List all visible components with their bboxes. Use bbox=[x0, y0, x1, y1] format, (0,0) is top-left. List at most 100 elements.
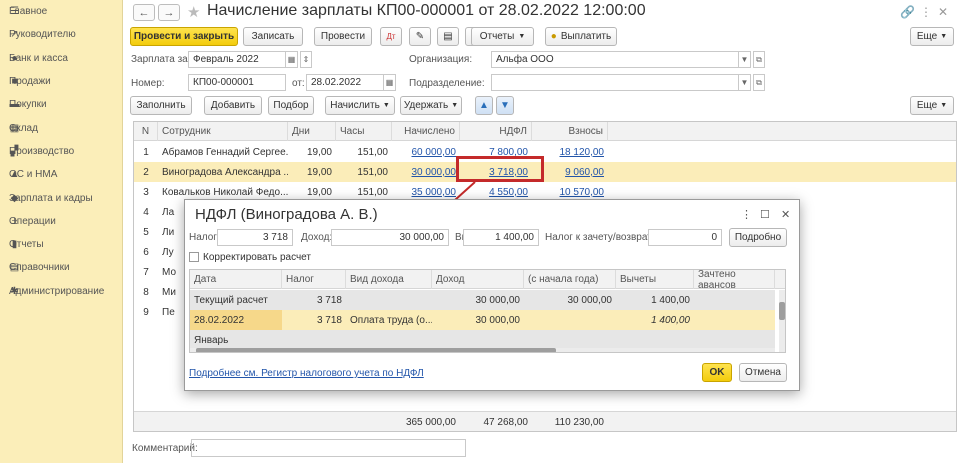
back-button[interactable]: ← bbox=[133, 4, 155, 21]
save-button[interactable]: Записать bbox=[243, 27, 303, 46]
correct-label: Корректировать расчет bbox=[203, 252, 311, 263]
table-row-selected[interactable]: 2 Виноградова Александра ... 19,00 151,0… bbox=[134, 162, 956, 182]
arrow-down-icon: ▼ bbox=[500, 100, 510, 111]
sidebar-item-warehouse[interactable]: ▦ Склад bbox=[0, 116, 122, 139]
register-link[interactable]: Подробнее см. Регистр налогового учета п… bbox=[189, 368, 424, 379]
comment-field[interactable] bbox=[191, 439, 466, 457]
sidebar-item-main[interactable]: ☰ Главное bbox=[0, 0, 122, 23]
col-contributions[interactable]: Взносы bbox=[532, 122, 608, 141]
row-number: 8 bbox=[143, 286, 149, 298]
col-income-kind[interactable]: Вид дохода bbox=[346, 270, 432, 289]
accrued-link[interactable]: 30 000,00 bbox=[392, 162, 460, 182]
chevron-down-icon: ▼ bbox=[940, 33, 948, 40]
organization-field[interactable]: Альфа ООО bbox=[491, 51, 739, 68]
ndfl-row-january[interactable]: Январь bbox=[190, 330, 775, 350]
ndfl-row-current[interactable]: Текущий расчет 3 718 30 000,00 30 000,00… bbox=[190, 290, 775, 310]
col-date[interactable]: Дата bbox=[190, 270, 282, 289]
ndfl-row[interactable]: 28.02.2022 3 718 Оплата труда (о... 30 0… bbox=[190, 310, 775, 330]
chevron-down-icon[interactable]: ▼ bbox=[739, 74, 751, 91]
sidebar-item-manager[interactable]: ↗ Руководителю bbox=[0, 23, 122, 46]
withhold-dropdown[interactable]: Удержать ▼ bbox=[400, 96, 462, 115]
link-icon[interactable]: 🔗 bbox=[900, 5, 915, 19]
col-tax[interactable]: Налог bbox=[282, 270, 346, 289]
sidebar-item-purchases[interactable]: ▬ Покупки bbox=[0, 93, 122, 116]
salary-for-field[interactable]: Февраль 2022 bbox=[188, 51, 286, 68]
accrued-link[interactable]: 60 000,00 bbox=[392, 142, 460, 162]
scroll-thumb[interactable] bbox=[779, 302, 785, 320]
more-vertical-icon[interactable]: ⋮ bbox=[920, 5, 932, 19]
chevron-down-icon: ▼ bbox=[451, 102, 459, 109]
row-number: 3 bbox=[143, 186, 149, 198]
date-field[interactable]: 28.02.2022 bbox=[306, 74, 384, 91]
row-date: Январь bbox=[194, 334, 229, 346]
chevron-down-icon[interactable]: ▼ bbox=[739, 51, 751, 68]
star-icon[interactable]: ★ bbox=[187, 3, 200, 21]
row-number: 6 bbox=[143, 246, 149, 258]
table-header: N Сотрудник Дни Часы Начислено НДФЛ Взно… bbox=[134, 122, 956, 141]
calendar-icon[interactable]: ▦ bbox=[384, 74, 396, 91]
sidebar-item-bank[interactable]: ● Банк и касса bbox=[0, 47, 122, 70]
sidebar-item-sales[interactable]: ■ Продажи bbox=[0, 70, 122, 93]
col-employee[interactable]: Сотрудник bbox=[158, 122, 288, 141]
print-preview-button[interactable]: ▤ bbox=[437, 27, 459, 46]
title-bar: ← → ★ Начисление зарплаты КП00-000001 от… bbox=[124, 0, 960, 24]
table-more-button[interactable]: Еще ▼ bbox=[910, 96, 954, 115]
add-button[interactable]: Добавить bbox=[204, 96, 262, 115]
cancel-button[interactable]: Отмена bbox=[739, 363, 787, 382]
offset-field[interactable]: 0 bbox=[648, 229, 722, 246]
col-n[interactable]: N bbox=[134, 122, 158, 141]
tax-field[interactable]: 3 718 bbox=[217, 229, 293, 246]
income-field[interactable]: 30 000,00 bbox=[331, 229, 449, 246]
sidebar-item-production[interactable]: ▞ Производство bbox=[0, 140, 122, 163]
sidebar-item-operations[interactable]: ± Операции bbox=[0, 210, 122, 233]
correct-checkbox[interactable] bbox=[189, 252, 199, 262]
post-and-close-button[interactable]: Провести и закрыть bbox=[130, 27, 238, 46]
forward-button[interactable]: → bbox=[158, 4, 180, 21]
scroll-thumb[interactable] bbox=[196, 348, 556, 352]
table-row[interactable]: 1 Абрамов Геннадий Сергее... 19,00 151,0… bbox=[134, 142, 956, 162]
col-advances[interactable]: Зачтено авансов bbox=[694, 270, 775, 291]
calendar-icon[interactable]: ▦ bbox=[286, 51, 298, 68]
close-icon[interactable]: ✕ bbox=[781, 208, 790, 221]
col-ytd[interactable]: (с начала года) bbox=[524, 270, 616, 289]
number-field[interactable]: КП00-000001 bbox=[188, 74, 286, 91]
col-accrued[interactable]: Начислено bbox=[392, 122, 460, 141]
vertical-scrollbar[interactable] bbox=[779, 290, 785, 352]
move-down-button[interactable]: ▼ bbox=[496, 96, 514, 115]
move-up-button[interactable]: ▲ bbox=[475, 96, 493, 115]
sidebar-item-references[interactable]: ▤ Справочники bbox=[0, 256, 122, 279]
spin-icon[interactable]: ⇕ bbox=[300, 51, 312, 68]
dt-kt-button[interactable]: Дт bbox=[380, 27, 402, 46]
horizontal-scrollbar[interactable] bbox=[190, 348, 775, 352]
accrue-dropdown[interactable]: Начислить ▼ bbox=[325, 96, 395, 115]
sidebar-item-reports[interactable]: ▮ Отчеты bbox=[0, 233, 122, 256]
highlight-box bbox=[456, 156, 544, 182]
maximize-icon[interactable]: ☐ bbox=[760, 208, 770, 221]
ok-button[interactable]: OK bbox=[702, 363, 732, 382]
sidebar-item-assets[interactable]: ▲ ОС и НМА bbox=[0, 163, 122, 186]
col-ndfl[interactable]: НДФЛ bbox=[460, 122, 532, 141]
row-income: 30 000,00 bbox=[475, 314, 521, 326]
row-date: Текущий расчет bbox=[194, 294, 268, 306]
reports-dropdown[interactable]: Отчеты ▼ bbox=[471, 27, 534, 46]
post-button[interactable]: Провести bbox=[314, 27, 372, 46]
deductions-field[interactable]: 1 400,00 bbox=[463, 229, 539, 246]
col-hours[interactable]: Часы bbox=[336, 122, 392, 141]
open-icon[interactable]: ⧉ bbox=[753, 74, 765, 91]
fill-button[interactable]: Заполнить bbox=[130, 96, 192, 115]
pay-button[interactable]: ● Выплатить bbox=[545, 27, 617, 46]
more-button[interactable]: Еще ▼ bbox=[910, 27, 954, 46]
open-icon[interactable]: ⧉ bbox=[753, 51, 765, 68]
col-income[interactable]: Доход bbox=[432, 270, 524, 289]
more-vertical-icon[interactable]: ⋮ bbox=[741, 208, 752, 221]
attach-button[interactable]: ✎ bbox=[409, 27, 431, 46]
sidebar-item-salary[interactable]: ◆ Зарплата и кадры bbox=[0, 186, 122, 209]
row-number: 4 bbox=[143, 206, 149, 218]
col-deductions[interactable]: Вычеты bbox=[616, 270, 694, 289]
select-button[interactable]: Подбор bbox=[268, 96, 314, 115]
details-button[interactable]: Подробно bbox=[729, 228, 787, 247]
close-icon[interactable]: ✕ bbox=[938, 5, 948, 19]
sidebar-item-admin[interactable]: ✱ Администрирование bbox=[0, 280, 122, 303]
col-days[interactable]: Дни bbox=[288, 122, 336, 141]
department-field[interactable] bbox=[491, 74, 739, 91]
